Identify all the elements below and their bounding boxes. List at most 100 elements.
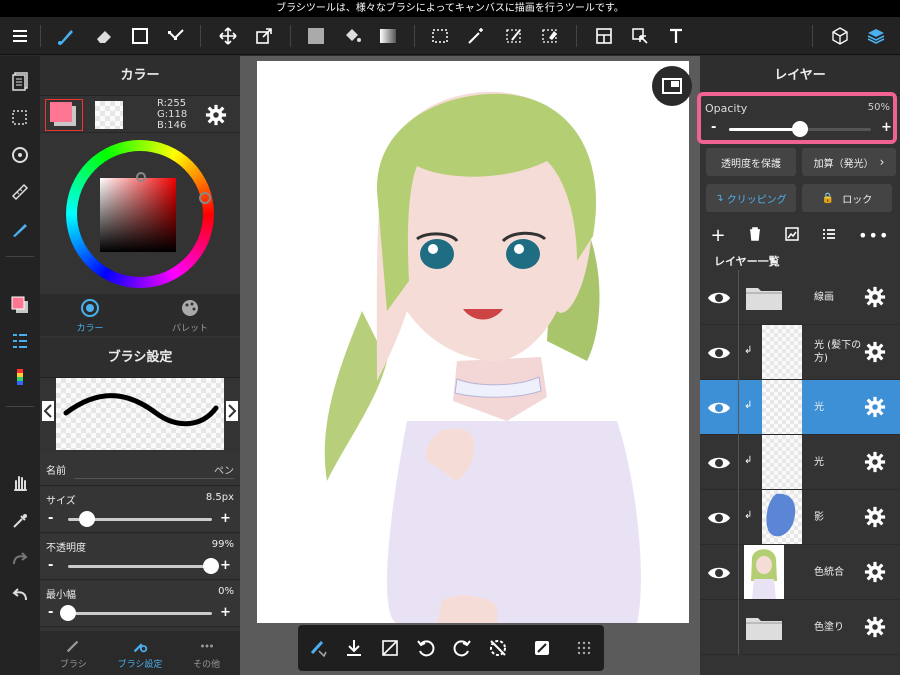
- clipping-button[interactable]: ↴ クリッピング: [706, 184, 796, 212]
- tab-other[interactable]: その他: [173, 631, 240, 675]
- min-width-minus-button[interactable]: -: [48, 605, 53, 620]
- gradient-tool-icon[interactable]: [372, 17, 404, 55]
- layer-opacity-plus-button[interactable]: +: [881, 120, 892, 135]
- layer-settings-gear-icon[interactable]: [864, 396, 886, 418]
- canvas-view-toggle-icon[interactable]: [652, 66, 692, 106]
- layer-settings-gear-icon[interactable]: [864, 616, 886, 638]
- brush-next-icon[interactable]: [226, 401, 238, 421]
- layer-list-icon[interactable]: [0, 324, 40, 358]
- visibility-eye-icon[interactable]: [706, 340, 732, 366]
- brush-name-value[interactable]: ペン: [214, 462, 234, 477]
- download-icon[interactable]: [336, 625, 372, 671]
- redo-canvas-icon[interactable]: [444, 625, 480, 671]
- brush-opacity-knob[interactable]: [202, 558, 219, 574]
- snap-icon[interactable]: [524, 625, 560, 671]
- layer-row[interactable]: ↲ 影: [700, 490, 900, 545]
- layer-row[interactable]: 色塗り: [700, 600, 900, 655]
- layer-settings-gear-icon[interactable]: [864, 286, 886, 308]
- tab-brush-settings[interactable]: ブラシ設定: [107, 631, 174, 675]
- size-plus-button[interactable]: +: [220, 511, 231, 526]
- tab-color[interactable]: カラー: [40, 294, 140, 336]
- brush-opacity-slider[interactable]: [68, 565, 212, 568]
- rotate-disable-icon[interactable]: [480, 625, 516, 671]
- layer-settings-gear-icon[interactable]: [864, 561, 886, 583]
- visibility-eye-icon[interactable]: [706, 560, 732, 586]
- pen-correction-icon[interactable]: [0, 212, 40, 246]
- vector-tool-icon[interactable]: [160, 17, 192, 55]
- frame-divider-icon[interactable]: [588, 17, 620, 55]
- tab-brush[interactable]: ブラシ: [40, 631, 107, 675]
- canvas-area[interactable]: [240, 56, 700, 675]
- blend-mode-button[interactable]: 加算（発光） ›: [802, 148, 896, 176]
- color-swatch-icon[interactable]: [0, 288, 40, 322]
- selection-layer-icon[interactable]: [0, 101, 40, 135]
- min-width-slider[interactable]: [68, 612, 212, 615]
- brush-quick-icon[interactable]: [300, 625, 336, 671]
- menu-icon[interactable]: [4, 17, 36, 55]
- material-icon[interactable]: [824, 17, 856, 55]
- operation-tool-icon[interactable]: [624, 17, 656, 55]
- brush-prev-icon[interactable]: [42, 401, 54, 421]
- layer-settings-gear-icon[interactable]: [864, 341, 886, 363]
- min-width-knob[interactable]: [60, 605, 76, 621]
- color-settings-gear-icon[interactable]: [205, 104, 227, 126]
- layer-opacity-minus-button[interactable]: -: [711, 120, 716, 135]
- color-wheel[interactable]: [66, 140, 214, 288]
- select-pen-icon[interactable]: [498, 17, 530, 55]
- size-minus-button[interactable]: -: [48, 511, 53, 526]
- layer-row[interactable]: 線画: [700, 270, 900, 325]
- hand-tool-icon[interactable]: [0, 466, 40, 500]
- layer-settings-gear-icon[interactable]: [864, 451, 886, 473]
- layer-list-menu-icon[interactable]: [821, 226, 837, 245]
- select-eraser-icon[interactable]: [534, 17, 566, 55]
- primary-color-swatch[interactable]: [45, 99, 83, 131]
- undo-icon[interactable]: [0, 578, 40, 612]
- tab-palette[interactable]: パレット: [140, 294, 240, 336]
- palette-strip-icon[interactable]: [0, 360, 40, 394]
- layer-panel-title: レイヤー: [700, 56, 900, 96]
- undo-canvas-icon[interactable]: [408, 625, 444, 671]
- layer-row[interactable]: 色統合: [700, 545, 900, 600]
- deselect-icon[interactable]: [372, 625, 408, 671]
- text-tool-icon[interactable]: [660, 17, 692, 55]
- clip-indicator-icon: ↲: [744, 510, 753, 521]
- brush-opacity-minus-button[interactable]: -: [48, 558, 53, 573]
- trash-icon[interactable]: [747, 226, 763, 245]
- layer-row[interactable]: ↲ 光: [700, 435, 900, 490]
- brush-opacity-plus-button[interactable]: +: [220, 558, 231, 573]
- visibility-eye-icon[interactable]: [706, 505, 732, 531]
- lock-button[interactable]: 🔒 ロック: [802, 184, 892, 212]
- layer-row[interactable]: ↲ 光: [700, 380, 900, 435]
- protect-alpha-button[interactable]: 透明度を保護: [706, 148, 796, 176]
- min-width-plus-button[interactable]: +: [220, 605, 231, 620]
- pages-icon[interactable]: [0, 64, 40, 98]
- layers-panel-icon[interactable]: [860, 17, 892, 55]
- eraser-tool-icon[interactable]: [88, 17, 120, 55]
- move-tool-icon[interactable]: [212, 17, 244, 55]
- layer-image-icon[interactable]: [784, 226, 800, 245]
- ruler-icon[interactable]: [0, 175, 40, 209]
- layer-settings-gear-icon[interactable]: [864, 506, 886, 528]
- magic-wand-icon[interactable]: [460, 17, 492, 55]
- grid-menu-icon[interactable]: [566, 625, 602, 671]
- visibility-eye-icon[interactable]: [706, 285, 732, 311]
- canvas-paper[interactable]: [257, 61, 689, 623]
- transform-tool-icon[interactable]: [248, 17, 280, 55]
- brush-name-label: 名前: [46, 466, 66, 477]
- rotate-canvas-icon[interactable]: [0, 138, 40, 172]
- shape-tool-icon[interactable]: [124, 17, 156, 55]
- visibility-eye-icon[interactable]: [706, 395, 732, 421]
- fill-color-icon[interactable]: [300, 17, 332, 55]
- layer-row[interactable]: ↲ 光 (髪下の方): [700, 325, 900, 380]
- secondary-color-swatch[interactable]: [95, 101, 123, 129]
- select-tool-icon[interactable]: [424, 17, 456, 55]
- redo-icon[interactable]: [0, 542, 40, 576]
- add-layer-icon[interactable]: +: [711, 225, 726, 246]
- brush-tool-icon[interactable]: [50, 17, 82, 55]
- layer-opacity-knob[interactable]: [792, 121, 808, 137]
- bucket-tool-icon[interactable]: [336, 17, 368, 55]
- more-icon[interactable]: •••: [858, 226, 889, 245]
- visibility-eye-icon[interactable]: [706, 450, 732, 476]
- eyedropper-icon[interactable]: [0, 504, 40, 538]
- size-slider-knob[interactable]: [78, 511, 95, 527]
